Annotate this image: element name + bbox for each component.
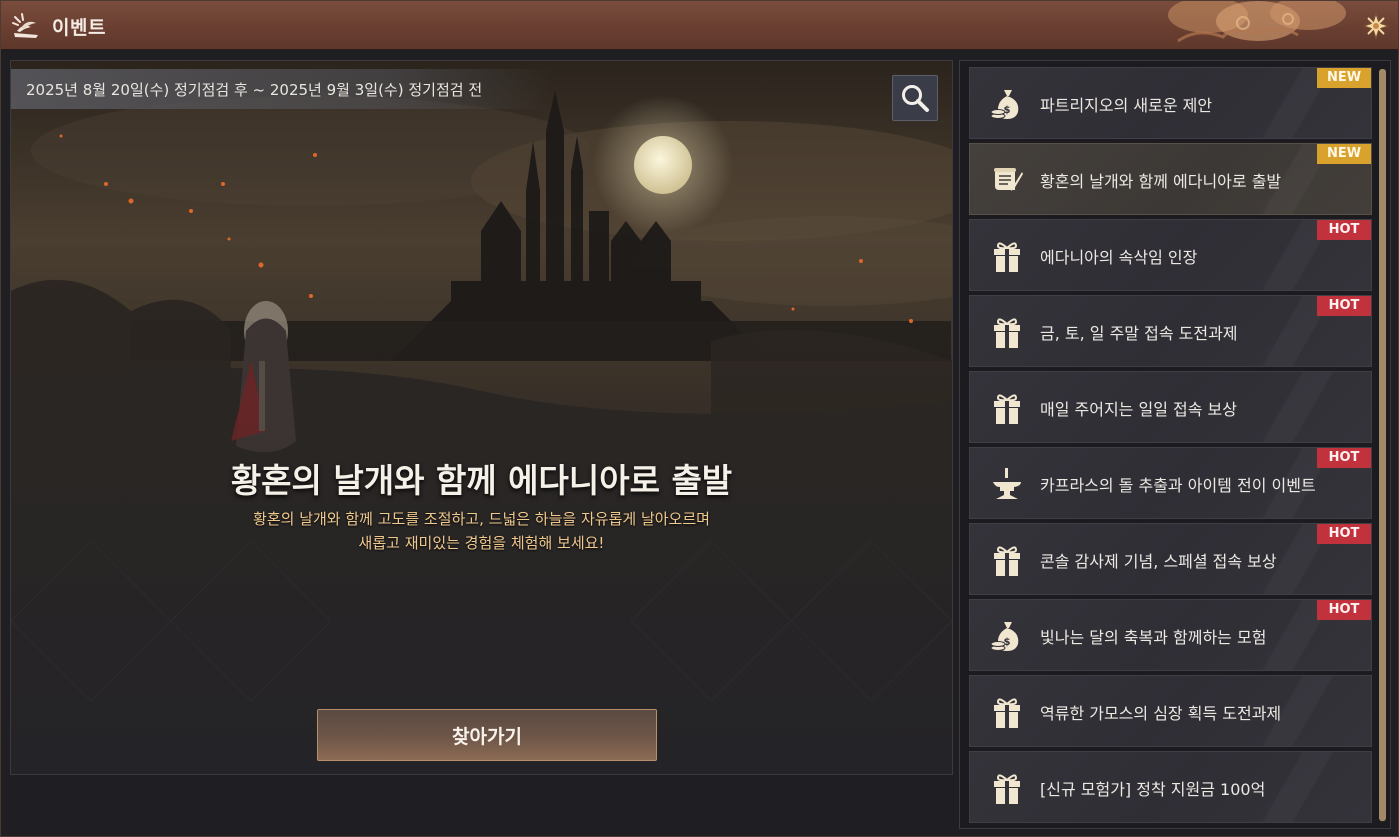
event-item[interactable]: $ 빛나는 달의 축복과 함께하는 모험 HOT bbox=[969, 599, 1372, 671]
event-item[interactable]: 카프라스의 돌 추출과 아이템 전이 이벤트 HOT bbox=[969, 447, 1372, 519]
gift-box-icon bbox=[994, 774, 1020, 804]
event-banner-panel: 2025년 8월 20일(수) 정기점검 후 ~ 2025년 9월 3일(수) … bbox=[10, 60, 953, 775]
title-bar: 이벤트 bbox=[1, 1, 1398, 50]
money-bag-icon: $ bbox=[990, 622, 1019, 651]
hot-badge: HOT bbox=[1317, 524, 1371, 544]
event-item-label: 역류한 가모스의 심장 획득 도전과제 bbox=[1040, 704, 1282, 723]
scrollbar-thumb[interactable] bbox=[1379, 69, 1386, 821]
event-window: 이벤트 2025년 8월 20일(수) 정기점검 후 ~ 2025년 9월 3일… bbox=[0, 0, 1399, 837]
event-item[interactable]: 매일 주어지는 일일 접속 보상 bbox=[969, 371, 1372, 443]
event-item-label: 금, 토, 일 주말 접속 도전과제 bbox=[1040, 324, 1238, 343]
hot-badge: HOT bbox=[1317, 448, 1371, 468]
event-list: $ 파트리지오의 새로운 제안 NEW 황혼의 날개와 함께 에다니아로 출발 … bbox=[969, 67, 1372, 827]
gift-box-icon bbox=[994, 242, 1020, 272]
event-item[interactable]: $ 파트리지오의 새로운 제안 NEW bbox=[969, 67, 1372, 139]
event-list-panel: $ 파트리지오의 새로운 제안 NEW 황혼의 날개와 함께 에다니아로 출발 … bbox=[959, 60, 1391, 829]
cloud-decoration bbox=[1168, 1, 1346, 43]
hot-badge: HOT bbox=[1317, 220, 1371, 240]
flower-ornament-icon bbox=[1362, 12, 1390, 40]
gift-box-icon bbox=[994, 394, 1020, 424]
event-item[interactable]: 역류한 가모스의 심장 획득 도전과제 bbox=[969, 675, 1372, 747]
event-item-selected[interactable]: 황혼의 날개와 함께 에다니아로 출발 NEW bbox=[969, 143, 1372, 215]
event-list-scrollbar[interactable] bbox=[1379, 69, 1386, 822]
scroll-quill-icon bbox=[994, 168, 1023, 191]
event-description-line-1: 황혼의 날개와 함께 고도를 조절하고, 드넓은 하늘을 자유롭게 날아오르며 bbox=[253, 510, 710, 528]
gift-box-icon bbox=[994, 546, 1020, 576]
event-item-label: 카프라스의 돌 추출과 아이템 전이 이벤트 bbox=[1040, 476, 1316, 495]
event-item[interactable]: 에다니아의 속삭임 인장 HOT bbox=[969, 219, 1372, 291]
money-bag-icon: $ bbox=[990, 90, 1019, 119]
event-period: 2025년 8월 20일(수) 정기점검 후 ~ 2025년 9월 3일(수) … bbox=[26, 81, 483, 99]
new-badge: NEW bbox=[1317, 144, 1371, 164]
event-item-label: 빛나는 달의 축복과 함께하는 모험 bbox=[1040, 628, 1267, 647]
event-item[interactable]: [신규 모험가] 정착 지원금 100억 bbox=[969, 751, 1372, 823]
event-item[interactable]: 금, 토, 일 주말 접속 도전과제 HOT bbox=[969, 295, 1372, 367]
gift-box-icon bbox=[994, 318, 1020, 348]
event-description-line-2: 새롭고 재미있는 경험을 체험해 보세요! bbox=[358, 534, 605, 552]
search-button[interactable] bbox=[892, 75, 938, 121]
gift-box-icon bbox=[994, 698, 1020, 728]
event-item-label: 매일 주어지는 일일 접속 보상 bbox=[1040, 400, 1237, 419]
event-item-label: [신규 모험가] 정착 지원금 100억 bbox=[1040, 780, 1266, 799]
event-item-label: 황혼의 날개와 함께 에다니아로 출발 bbox=[1040, 172, 1282, 191]
event-item-label: 콘솔 감사제 기념, 스페셜 접속 보상 bbox=[1040, 552, 1277, 571]
window-title: 이벤트 bbox=[52, 17, 106, 39]
go-to-button[interactable]: 찾아가기 bbox=[317, 709, 657, 761]
event-item-label: 에다니아의 속삭임 인장 bbox=[1040, 248, 1198, 267]
event-item[interactable]: 콘솔 감사제 기념, 스페셜 접속 보상 HOT bbox=[969, 523, 1372, 595]
event-item-label: 파트리지오의 새로운 제안 bbox=[1040, 96, 1213, 115]
search-icon bbox=[902, 85, 929, 112]
new-badge: NEW bbox=[1317, 68, 1371, 88]
hot-badge: HOT bbox=[1317, 296, 1371, 316]
banner-illustration bbox=[11, 61, 952, 774]
hot-badge: HOT bbox=[1317, 600, 1371, 620]
fan-feather-icon bbox=[12, 13, 38, 38]
anvil-icon bbox=[993, 468, 1021, 499]
event-headline: 황혼의 날개와 함께 에다니아로 출발 bbox=[230, 461, 733, 500]
